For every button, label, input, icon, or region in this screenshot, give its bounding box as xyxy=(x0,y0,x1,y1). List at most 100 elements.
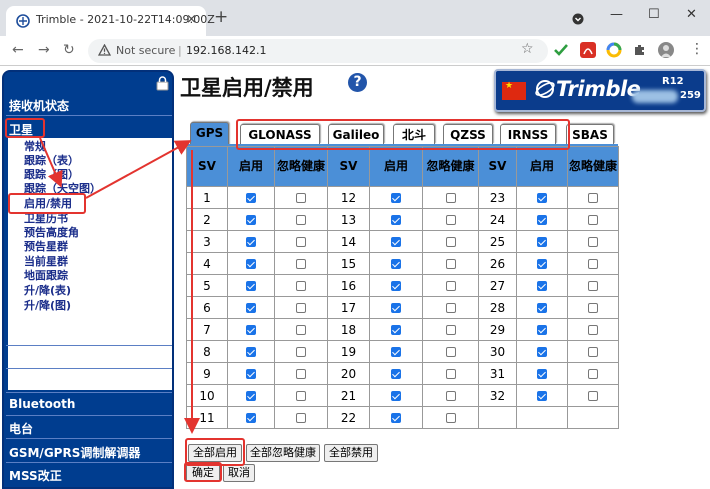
url-text[interactable]: 192.168.142.1 xyxy=(186,44,266,57)
tab-gps[interactable]: GPS xyxy=(190,122,229,146)
submenu-item-ground-track[interactable]: 地面跟踪 xyxy=(24,267,68,283)
profile-avatar-icon[interactable] xyxy=(658,42,674,58)
enable-checkbox[interactable] xyxy=(537,347,547,357)
enable-checkbox[interactable] xyxy=(537,215,547,225)
ignore-health-checkbox[interactable] xyxy=(445,215,456,225)
ignore-health-checkbox[interactable] xyxy=(588,347,598,357)
ignore-health-checkbox[interactable] xyxy=(445,259,456,269)
enable-checkbox[interactable] xyxy=(246,303,256,313)
enable-checkbox[interactable] xyxy=(246,237,256,247)
enable-checkbox[interactable] xyxy=(537,369,547,379)
sidebar-item-data-logging[interactable]: 数据记录 xyxy=(9,327,57,344)
enable-checkbox[interactable] xyxy=(537,281,547,291)
ignore-health-checkbox[interactable] xyxy=(296,215,306,225)
enable-checkbox[interactable] xyxy=(246,259,256,269)
ignore-health-checkbox[interactable] xyxy=(296,391,306,401)
ignore-health-checkbox[interactable] xyxy=(296,281,306,291)
ignore-health-checkbox[interactable] xyxy=(588,237,598,247)
ignore-health-checkbox[interactable] xyxy=(588,303,598,313)
puzzle-extensions-icon[interactable] xyxy=(632,42,648,58)
ignore-health-checkbox[interactable] xyxy=(296,237,306,247)
tab-close-icon[interactable]: × xyxy=(186,12,197,27)
tab-search-icon[interactable] xyxy=(572,13,584,25)
enable-checkbox[interactable] xyxy=(391,193,401,203)
back-arrow-icon[interactable]: ← xyxy=(12,42,24,58)
enable-checkbox[interactable] xyxy=(537,325,547,335)
ignore-health-checkbox[interactable] xyxy=(445,413,456,423)
sidebar-item-receiver-status[interactable]: 接收机状态 xyxy=(9,97,69,114)
enable-checkbox[interactable] xyxy=(246,325,256,335)
ignore-health-checkbox[interactable] xyxy=(588,369,598,379)
reload-icon[interactable]: ↻ xyxy=(63,42,75,58)
enable-checkbox[interactable] xyxy=(391,391,401,401)
enable-checkbox[interactable] xyxy=(391,325,401,335)
ignore-health-checkbox[interactable] xyxy=(588,193,598,203)
browser-menu-icon[interactable]: ⋮ xyxy=(690,41,704,57)
not-secure-label[interactable]: Not secure xyxy=(116,44,175,57)
enable-checkbox[interactable] xyxy=(391,369,401,379)
ignore-health-checkbox[interactable] xyxy=(588,325,598,335)
ignore-health-checkbox[interactable] xyxy=(296,193,306,203)
ignore-health-checkbox[interactable] xyxy=(445,325,456,335)
enable-checkbox[interactable] xyxy=(246,281,256,291)
browser-tab[interactable]: Trimble - 2021-10-22T14:09:00Z × xyxy=(6,6,215,36)
ignore-health-checkbox[interactable] xyxy=(296,259,306,269)
minimize-icon[interactable]: — xyxy=(610,7,623,22)
tab-sbas[interactable]: SBAS xyxy=(566,124,614,144)
enable-checkbox[interactable] xyxy=(537,193,547,203)
enable-checkbox[interactable] xyxy=(537,391,547,401)
enable-checkbox[interactable] xyxy=(537,303,547,313)
ignore-health-checkbox[interactable] xyxy=(588,215,598,225)
ignore-health-checkbox[interactable] xyxy=(296,347,306,357)
help-icon[interactable]: ? xyxy=(348,73,367,92)
disable-all-button[interactable]: 全部禁用 xyxy=(324,444,378,462)
enable-checkbox[interactable] xyxy=(391,347,401,357)
enable-checkbox[interactable] xyxy=(246,369,256,379)
ignore-health-checkbox[interactable] xyxy=(445,237,456,247)
close-window-icon[interactable]: ✕ xyxy=(686,7,697,22)
enable-checkbox[interactable] xyxy=(391,413,401,423)
enable-checkbox[interactable] xyxy=(246,215,256,225)
submenu-item-rise-set-table[interactable]: 升/降(表) xyxy=(24,282,71,298)
ignore-health-checkbox[interactable] xyxy=(445,303,456,313)
maximize-icon[interactable]: ☐ xyxy=(648,7,660,22)
sidebar-item-radio[interactable]: 电台 xyxy=(9,420,33,437)
forward-arrow-icon[interactable]: → xyxy=(38,42,50,58)
ignore-health-checkbox[interactable] xyxy=(445,391,456,401)
enable-checkbox[interactable] xyxy=(391,303,401,313)
green-check-extension-icon[interactable] xyxy=(553,42,569,58)
sidebar-item-receiver-config[interactable]: 接收机配置 xyxy=(9,350,69,367)
pdf-extension-icon[interactable] xyxy=(580,42,596,58)
ignore-health-all-button[interactable]: 全部忽略健康 xyxy=(246,444,320,462)
ignore-health-checkbox[interactable] xyxy=(445,281,456,291)
sidebar-item-gsm-gprs-modem[interactable]: GSM/GPRS调制解调器 xyxy=(9,444,140,461)
enable-checkbox[interactable] xyxy=(246,391,256,401)
ignore-health-checkbox[interactable] xyxy=(445,369,456,379)
cancel-button[interactable]: 取消 xyxy=(223,464,255,482)
submenu-item-constellation-forecast[interactable]: 预告星群 xyxy=(24,238,68,254)
bookmark-star-icon[interactable]: ☆ xyxy=(521,41,534,57)
ignore-health-checkbox[interactable] xyxy=(588,281,598,291)
lock-icon[interactable] xyxy=(156,76,169,91)
ignore-health-checkbox[interactable] xyxy=(296,303,306,313)
sidebar-item-bluetooth[interactable]: Bluetooth xyxy=(9,397,75,411)
ignore-health-checkbox[interactable] xyxy=(588,259,598,269)
ignore-health-checkbox[interactable] xyxy=(588,391,598,401)
ignore-health-checkbox[interactable] xyxy=(296,369,306,379)
color-ring-extension-icon[interactable] xyxy=(606,42,622,58)
enable-checkbox[interactable] xyxy=(391,281,401,291)
submenu-item-rise-set-graph[interactable]: 升/降(图) xyxy=(24,297,71,313)
enable-checkbox[interactable] xyxy=(391,259,401,269)
enable-checkbox[interactable] xyxy=(537,237,547,247)
enable-checkbox[interactable] xyxy=(537,259,547,269)
enable-checkbox[interactable] xyxy=(246,193,256,203)
ignore-health-checkbox[interactable] xyxy=(445,347,456,357)
sidebar-item-mss-correction[interactable]: MSS改正 xyxy=(9,467,62,484)
sidebar-item-io-config[interactable]: I/O配置 xyxy=(9,374,52,391)
enable-checkbox[interactable] xyxy=(391,237,401,247)
ignore-health-checkbox[interactable] xyxy=(296,325,306,335)
enable-checkbox[interactable] xyxy=(391,215,401,225)
ignore-health-checkbox[interactable] xyxy=(296,413,306,423)
new-tab-icon[interactable]: + xyxy=(214,9,228,26)
enable-checkbox[interactable] xyxy=(246,413,256,423)
